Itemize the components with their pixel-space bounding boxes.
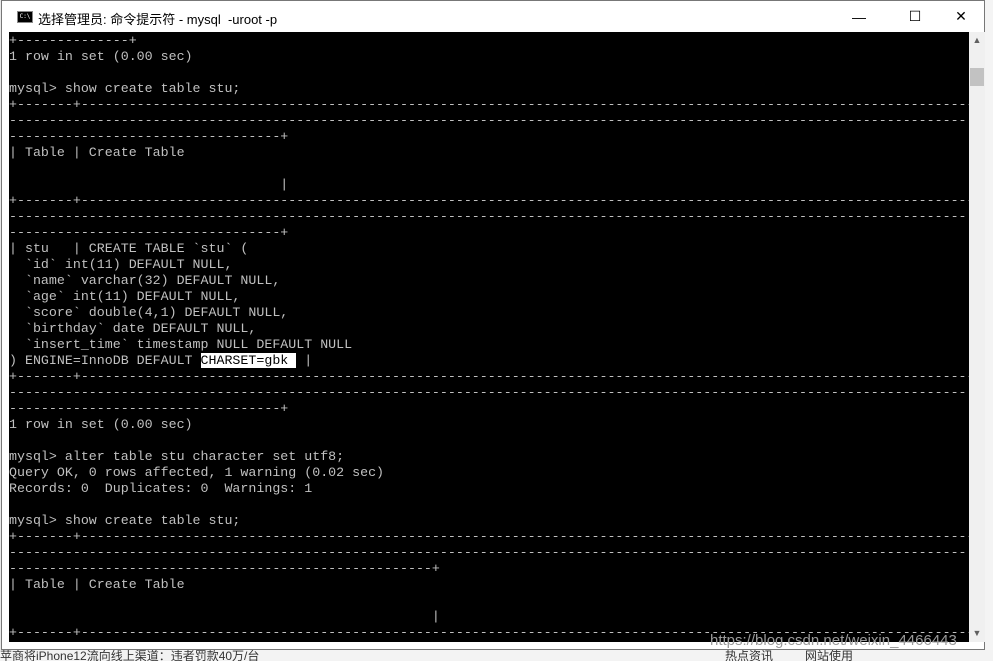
close-button[interactable]: ✕: [938, 1, 984, 32]
console-line: ----------------------------------------…: [9, 385, 967, 400]
scrollbar-thumb[interactable]: [970, 68, 984, 86]
table-border: |: [296, 353, 313, 368]
console-line: ----------------------------------------…: [9, 113, 967, 128]
console-line: | Table | Create Table: [9, 145, 185, 160]
scrollbar[interactable]: ▲ ▼: [969, 32, 985, 642]
console-line: ----------------------------------+: [9, 401, 289, 416]
console-line: +-------+-------------------------------…: [9, 97, 969, 112]
console-line: `score` double(4,1) DEFAULT NULL,: [9, 305, 289, 320]
console-line: |: [9, 609, 440, 624]
cmd-window: C:\ 选择管理员: 命令提示符 - mysql -uroot -p — ☐ ✕…: [1, 0, 985, 650]
console-line: +--------------+: [9, 33, 137, 48]
background-window-right: [985, 0, 993, 661]
news-ticker: 苹商将iPhone12流向线上渠道：违者罚款40万/台: [0, 650, 260, 661]
console-line: Query OK, 0 rows affected, 1 warning (0.…: [9, 465, 385, 480]
console-output[interactable]: +--------------+ 1 row in set (0.00 sec) m…: [9, 32, 969, 642]
console-line: ----------------------------------------…: [9, 209, 967, 224]
scroll-up-arrow-icon[interactable]: ▲: [969, 32, 985, 49]
maximize-button[interactable]: ☐: [892, 1, 938, 32]
site-usage-link[interactable]: 网站使用: [805, 650, 853, 661]
watermark: https://blog.csdn.net/weixin_4466443: [710, 632, 957, 649]
hot-news-link[interactable]: 热点资讯: [725, 650, 773, 661]
console-line: `insert_time` timestamp NULL DEFAULT NUL…: [9, 337, 353, 352]
console-line: mysql> show create table stu;: [9, 513, 241, 528]
console-line: 1 row in set (0.00 sec): [9, 417, 193, 432]
console-line: 1 row in set (0.00 sec): [9, 49, 193, 64]
console-line: +-------+-------------------------------…: [9, 529, 969, 544]
console-line: | Table | Create Table: [9, 577, 185, 592]
selected-text: CHARSET=gbk: [200, 353, 297, 368]
console-line: ) ENGINE=InnoDB DEFAULT CHARSET=gbk |: [9, 353, 313, 368]
scroll-down-arrow-icon[interactable]: ▼: [969, 625, 985, 642]
window-title: 选择管理员: 命令提示符 - mysql -uroot -p: [38, 12, 278, 27]
console-line: mysql> show create table stu;: [9, 81, 241, 96]
background-taskbar: 苹商将iPhone12流向线上渠道：违者罚款40万/台 热点资讯 网站使用: [0, 650, 993, 661]
console-line: ----------------------------------------…: [9, 545, 967, 560]
console-line: `age` int(11) DEFAULT NULL,: [9, 289, 241, 304]
console-line: ----------------------------------------…: [9, 561, 440, 576]
console-line: ----------------------------------+: [9, 225, 289, 240]
console-line: |: [9, 177, 289, 192]
console-line: mysql> alter table stu character set utf…: [9, 449, 345, 464]
console-line: +-------+-------------------------------…: [9, 369, 969, 384]
cmd-icon: C:\: [17, 11, 33, 23]
console-line: ----------------------------------+: [9, 129, 289, 144]
minimize-button[interactable]: —: [836, 1, 882, 32]
console-line: Records: 0 Duplicates: 0 Warnings: 1: [9, 481, 313, 496]
console-line: +-------+-------------------------------…: [9, 193, 969, 208]
console-line: `id` int(11) DEFAULT NULL,: [9, 257, 233, 272]
console-line: | stu | CREATE TABLE `stu` (: [9, 241, 249, 256]
title-bar[interactable]: C:\ 选择管理员: 命令提示符 - mysql -uroot -p — ☐ ✕: [2, 1, 984, 32]
console-line: `birthday` date DEFAULT NULL,: [9, 321, 257, 336]
console-line: `name` varchar(32) DEFAULT NULL,: [9, 273, 281, 288]
